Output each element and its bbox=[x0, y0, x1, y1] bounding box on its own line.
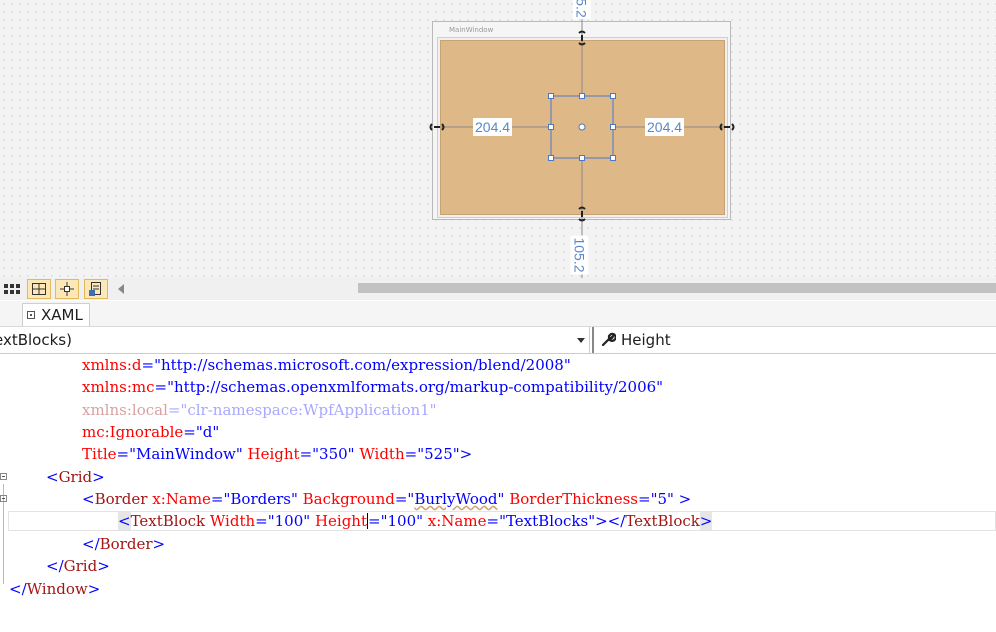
tab-xaml-label: XAML bbox=[41, 306, 83, 324]
resize-handle-nw bbox=[548, 93, 554, 99]
xaml-code-editor[interactable]: xmlns:d="http://schemas.microsoft.com/ex… bbox=[0, 354, 996, 632]
chevron-down-icon bbox=[577, 338, 585, 343]
code-line: xmlns:local="clr-namespace:WpfApplicatio… bbox=[82, 401, 437, 419]
code-line-current: <TextBlock Width="100" Height="100" x:Na… bbox=[118, 512, 713, 530]
element-dropdown-value: extBlocks) bbox=[0, 331, 72, 349]
collapse-border-toggle[interactable] bbox=[0, 495, 7, 502]
design-data-button[interactable] bbox=[84, 279, 108, 299]
property-dropdown[interactable]: Height bbox=[592, 327, 996, 353]
code-line: </Grid> bbox=[46, 557, 110, 575]
center-handle bbox=[578, 123, 586, 131]
grid-view-icon bbox=[4, 284, 20, 294]
property-dropdown-value: Height bbox=[621, 331, 671, 349]
code-line: xmlns:d="http://schemas.microsoft.com/ex… bbox=[82, 356, 571, 374]
selection-adorner bbox=[429, 0, 735, 278]
code-line: mc:Ignorable="d" bbox=[82, 423, 220, 441]
pane-toggle-icon[interactable] bbox=[27, 311, 35, 319]
code-line: Title="MainWindow" Height="350" Width="5… bbox=[82, 445, 473, 463]
resize-handle-w bbox=[548, 124, 554, 130]
resize-handle-ne bbox=[610, 93, 616, 99]
resize-handle-e bbox=[610, 124, 616, 130]
resize-handle-sw bbox=[548, 155, 554, 161]
tab-xaml[interactable]: XAML bbox=[22, 303, 90, 326]
resize-handle-s bbox=[579, 155, 585, 161]
resize-handle-se bbox=[610, 155, 616, 161]
wrench-icon bbox=[601, 332, 616, 347]
code-line: </Window> bbox=[9, 580, 101, 598]
element-dropdown[interactable]: extBlocks) bbox=[0, 327, 590, 353]
design-data-icon bbox=[89, 282, 101, 296]
code-line: <Border x:Name="Borders" Background="Bur… bbox=[82, 490, 692, 508]
warning-squiggle: BurlyWood bbox=[414, 490, 498, 508]
snap-lines-button[interactable] bbox=[55, 279, 79, 299]
code-line: <Grid> bbox=[46, 468, 105, 486]
margin-left-label[interactable]: 204.4 bbox=[473, 118, 513, 136]
snap-lines-icon bbox=[60, 282, 74, 296]
grid-view-button[interactable] bbox=[0, 279, 24, 299]
navigation-bar: extBlocks) Height bbox=[0, 327, 996, 354]
designer-toolbar bbox=[0, 278, 996, 300]
snap-grid-button[interactable] bbox=[27, 279, 51, 299]
code-line: </Border> bbox=[82, 535, 166, 553]
code-line: xmlns:mc="http://schemas.openxmlformats.… bbox=[82, 378, 664, 396]
margin-top-label[interactable]: 5.2 bbox=[572, 0, 591, 20]
design-surface[interactable]: MainWindow 204.4 204.4 5.2 105.2 bbox=[0, 0, 996, 278]
margin-bottom-label[interactable]: 105.2 bbox=[570, 235, 589, 275]
margin-right-label[interactable]: 204.4 bbox=[645, 118, 685, 136]
editor-tabbar: XAML bbox=[0, 301, 996, 327]
horizontal-scrollbar[interactable] bbox=[358, 283, 996, 293]
scroll-left-icon[interactable] bbox=[117, 283, 125, 295]
snap-grid-icon bbox=[32, 283, 46, 295]
collapse-grid-toggle[interactable] bbox=[0, 473, 7, 480]
resize-handle-n bbox=[579, 93, 585, 99]
